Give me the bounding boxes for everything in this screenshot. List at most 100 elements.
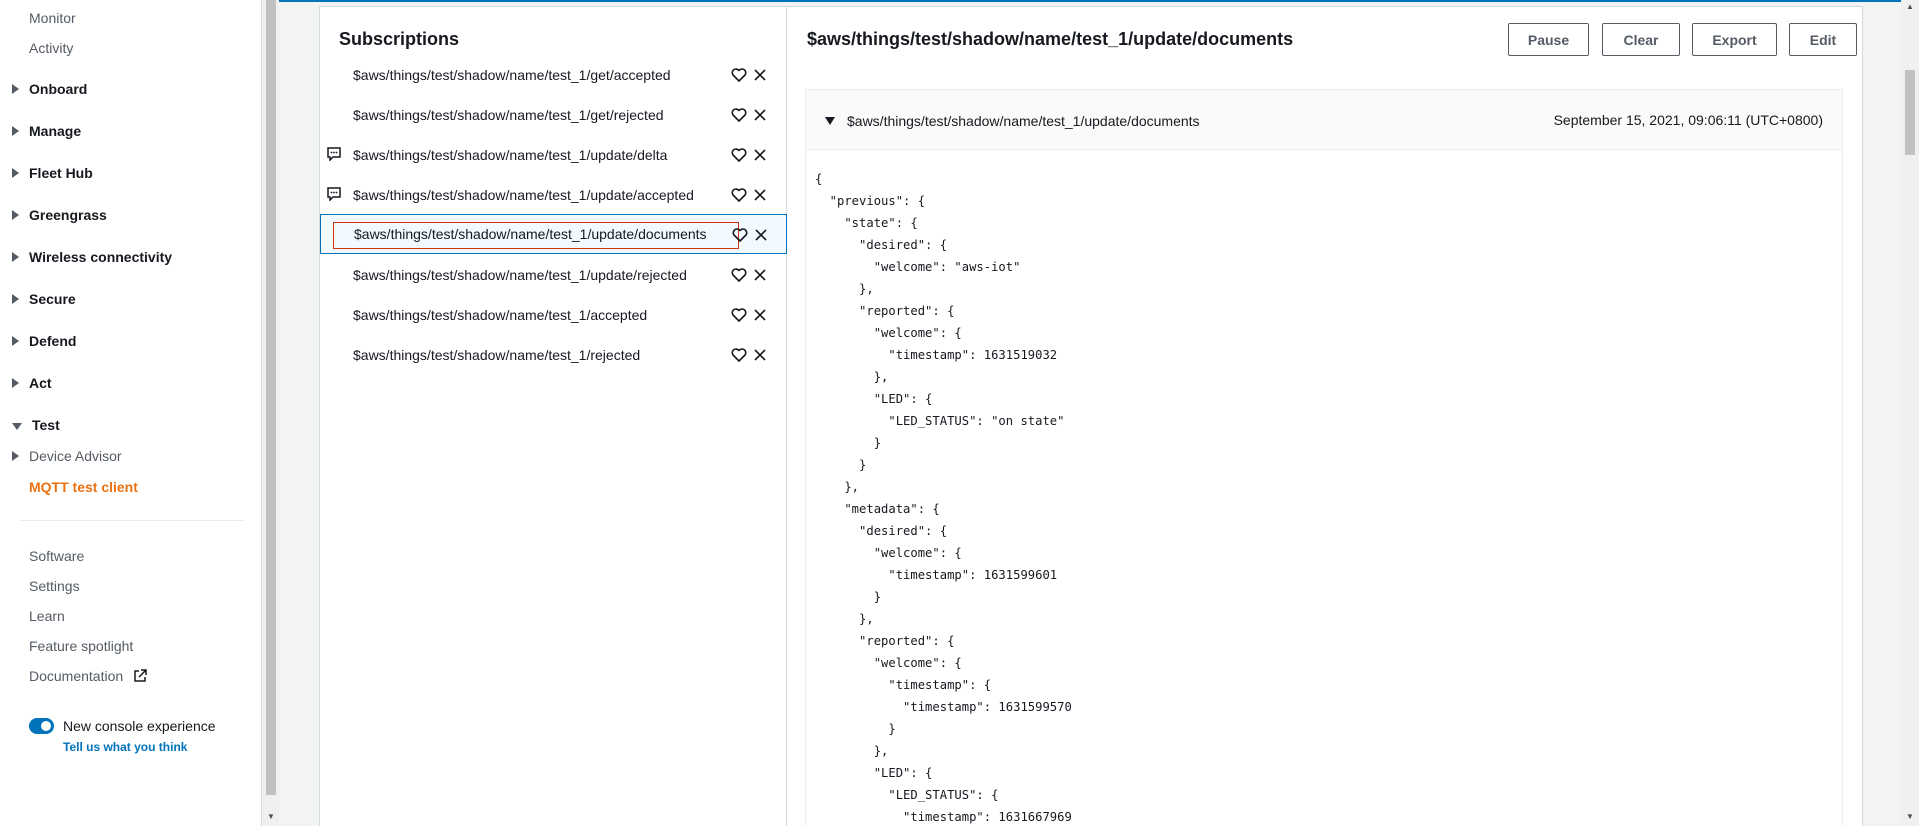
nav-group-label: Wireless connectivity <box>29 249 173 265</box>
nav-group-test[interactable]: Test <box>12 417 60 433</box>
subscription-row[interactable]: $aws/things/test/shadow/name/test_1/acce… <box>320 295 787 335</box>
caret-right-icon <box>12 378 19 388</box>
nav-group-label: Act <box>29 375 52 391</box>
scrollbar-thumb[interactable] <box>1905 70 1915 155</box>
subscription-topic: $aws/things/test/shadow/name/test_1/acce… <box>353 307 648 323</box>
subscription-row[interactable]: $aws/things/test/shadow/name/test_1/get/… <box>320 55 787 95</box>
nav-mqtt-test-client[interactable]: MQTT test client <box>29 479 138 495</box>
subscription-topic: $aws/things/test/shadow/name/test_1/upda… <box>354 226 707 242</box>
message-payload: { "previous": { "state": { "desired": { … <box>815 172 1072 824</box>
page-scrollbar[interactable]: ▲ ▼ <box>1901 0 1919 826</box>
close-icon[interactable] <box>752 147 768 163</box>
close-icon[interactable] <box>752 67 768 83</box>
external-link-icon <box>134 669 147 682</box>
export-button[interactable]: Export <box>1692 23 1777 56</box>
new-console-toggle[interactable] <box>29 718 54 734</box>
close-icon[interactable] <box>752 307 768 323</box>
subscription-row[interactable]: $aws/things/test/shadow/name/test_1/get/… <box>320 95 787 135</box>
message-card-header[interactable]: $aws/things/test/shadow/name/test_1/upda… <box>806 90 1842 150</box>
main-content: Subscriptions $aws/things/test/shadow/na… <box>279 0 1901 826</box>
caret-right-icon <box>12 451 19 461</box>
favorite-heart-icon[interactable] <box>731 67 747 83</box>
close-icon[interactable] <box>752 187 768 203</box>
caret-right-icon <box>12 210 19 220</box>
nav-software[interactable]: Software <box>29 548 84 564</box>
nav-activity[interactable]: Activity <box>29 40 73 56</box>
nav-device-advisor[interactable]: Device Advisor <box>12 448 122 464</box>
subscription-row[interactable]: $aws/things/test/shadow/name/test_1/reje… <box>320 335 787 375</box>
close-icon[interactable] <box>752 267 768 283</box>
subscription-row[interactable]: $aws/things/test/shadow/name/test_1/upda… <box>320 135 787 175</box>
subscription-row[interactable]: $aws/things/test/shadow/name/test_1/upda… <box>320 255 787 295</box>
caret-right-icon <box>12 126 19 136</box>
subscription-topic: $aws/things/test/shadow/name/test_1/get/… <box>353 107 664 123</box>
nav-group-label: Onboard <box>29 81 88 97</box>
scroll-up-arrow-icon[interactable]: ▲ <box>1906 2 1914 11</box>
subscriptions-pane: Subscriptions $aws/things/test/shadow/na… <box>320 7 787 826</box>
nav-documentation[interactable]: Documentation <box>29 668 147 684</box>
close-icon[interactable] <box>752 107 768 123</box>
favorite-heart-icon[interactable] <box>732 227 748 243</box>
favorite-heart-icon[interactable] <box>731 267 747 283</box>
caret-right-icon <box>12 84 19 94</box>
subscriptions-title: Subscriptions <box>339 29 460 49</box>
favorite-heart-icon[interactable] <box>731 187 747 203</box>
nav-feature-spotlight[interactable]: Feature spotlight <box>29 638 133 654</box>
subscription-topic: $aws/things/test/shadow/name/test_1/reje… <box>353 347 641 363</box>
subscription-topic: $aws/things/test/shadow/name/test_1/upda… <box>353 187 694 203</box>
message-topic-title: $aws/things/test/shadow/name/test_1/upda… <box>807 29 1294 49</box>
favorite-heart-icon[interactable] <box>731 107 747 123</box>
message-timestamp: September 15, 2021, 09:06:11 (UTC+0800) <box>1553 112 1823 128</box>
scroll-down-arrow-icon[interactable]: ▼ <box>267 812 275 821</box>
sidebar-divider <box>20 520 244 521</box>
caret-right-icon <box>12 294 19 304</box>
sidebar: Monitor Activity Onboard Manage Fleet Hu… <box>0 0 262 826</box>
subscription-topic: $aws/things/test/shadow/name/test_1/upda… <box>353 147 668 163</box>
subscription-topic: $aws/things/test/shadow/name/test_1/get/… <box>353 67 671 83</box>
message-card: $aws/things/test/shadow/name/test_1/upda… <box>805 89 1843 826</box>
nav-group-label: Fleet Hub <box>29 165 93 181</box>
nav-group-label: Defend <box>29 333 77 349</box>
caret-right-icon <box>12 168 19 178</box>
pause-button[interactable]: Pause <box>1508 23 1589 56</box>
favorite-heart-icon[interactable] <box>731 347 747 363</box>
toggle-label: New console experience <box>63 718 216 734</box>
nav-item-label: Device Advisor <box>29 448 122 464</box>
caret-right-icon <box>12 252 19 262</box>
nav-group-secure[interactable]: Secure <box>12 291 76 307</box>
nav-group-label: Test <box>32 417 60 433</box>
nav-group-manage[interactable]: Manage <box>12 123 81 139</box>
feedback-link[interactable]: Tell us what you think <box>63 740 187 754</box>
close-icon[interactable] <box>752 347 768 363</box>
nav-group-label: Secure <box>29 291 76 307</box>
nav-group-onboard[interactable]: Onboard <box>12 81 87 97</box>
scrollbar-thumb[interactable] <box>266 0 276 795</box>
top-accent-line <box>279 0 1901 2</box>
nav-group-defend[interactable]: Defend <box>12 333 76 349</box>
favorite-heart-icon[interactable] <box>731 147 747 163</box>
nav-settings[interactable]: Settings <box>29 578 80 594</box>
sidebar-scrollbar[interactable]: ▼ <box>263 0 279 826</box>
clear-button[interactable]: Clear <box>1602 23 1680 56</box>
nav-group-label: Manage <box>29 123 82 139</box>
caret-right-icon <box>12 336 19 346</box>
mqtt-panel: Subscriptions $aws/things/test/shadow/na… <box>319 6 1863 826</box>
edit-button[interactable]: Edit <box>1789 23 1857 56</box>
scroll-down-arrow-icon[interactable]: ▼ <box>1906 812 1914 821</box>
caret-down-icon <box>12 422 22 430</box>
subscription-topic: $aws/things/test/shadow/name/test_1/upda… <box>353 267 687 283</box>
close-icon[interactable] <box>753 227 769 243</box>
nav-documentation-label: Documentation <box>29 668 124 684</box>
subscription-row[interactable]: $aws/things/test/shadow/name/test_1/upda… <box>320 175 787 215</box>
nav-group-label: Greengrass <box>29 207 107 223</box>
nav-group-greengrass[interactable]: Greengrass <box>12 207 107 223</box>
favorite-heart-icon[interactable] <box>731 307 747 323</box>
nav-group-fleet-hub[interactable]: Fleet Hub <box>12 165 93 181</box>
caret-down-icon[interactable] <box>825 117 835 125</box>
nav-monitor[interactable]: Monitor <box>29 10 76 26</box>
message-icon <box>327 147 341 161</box>
nav-learn[interactable]: Learn <box>29 608 65 624</box>
subscription-row[interactable]: $aws/things/test/shadow/name/test_1/upda… <box>320 214 787 254</box>
nav-group-wireless[interactable]: Wireless connectivity <box>12 249 172 265</box>
nav-group-act[interactable]: Act <box>12 375 52 391</box>
